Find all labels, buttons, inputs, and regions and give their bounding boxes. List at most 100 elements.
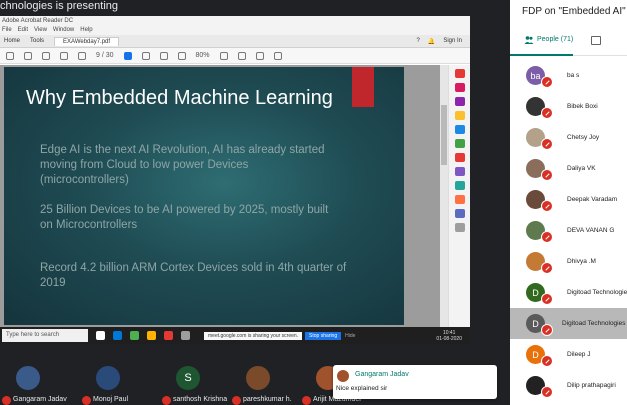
participant-tile[interactable]: Monoj Paul xyxy=(80,364,150,405)
tile-name: Gangaram Jadav xyxy=(13,396,67,403)
toast-avatar xyxy=(337,370,349,382)
combine-icon[interactable] xyxy=(454,125,465,134)
edge-icon[interactable] xyxy=(113,331,122,340)
menu-window[interactable]: Window xyxy=(53,26,74,35)
document-viewport[interactable]: Why Embedded Machine Learning Edge AI is… xyxy=(0,65,448,327)
share-icon[interactable] xyxy=(273,51,282,60)
menu-help[interactable]: Help xyxy=(80,26,92,35)
mic-off-icon xyxy=(232,396,241,405)
stop-sharing-button[interactable]: Stop sharing xyxy=(305,331,342,340)
participant-row[interactable]: Dhivya .M xyxy=(510,246,627,277)
select-icon[interactable] xyxy=(123,51,132,60)
mic-off-icon xyxy=(541,76,553,88)
export-pdf-icon[interactable] xyxy=(454,69,465,78)
folder-icon[interactable] xyxy=(147,331,156,340)
send-icon[interactable] xyxy=(454,195,465,204)
measure-icon[interactable] xyxy=(454,209,465,218)
scrollbar-thumb[interactable] xyxy=(441,105,447,165)
document-scrollbar[interactable] xyxy=(440,65,448,327)
clock-date: 01-08-2020 xyxy=(436,335,462,342)
pen-icon[interactable] xyxy=(255,51,264,60)
hide-button[interactable]: Hide xyxy=(345,333,355,339)
participant-row[interactable]: Chetsy Joy xyxy=(510,122,627,153)
participant-tile[interactable]: pareshkumar h. xyxy=(230,364,300,405)
menu-view[interactable]: View xyxy=(34,26,47,35)
mic-off-icon xyxy=(162,396,171,405)
slide-bullet: Record 4.2 billion ARM Cortex Devices so… xyxy=(40,262,347,289)
protect-icon[interactable] xyxy=(454,167,465,176)
acrobat-menu-bar: File Edit View Window Help xyxy=(0,26,470,35)
acrobat-account-area: ? 🔔 Sign In xyxy=(416,38,462,45)
page-up-icon[interactable] xyxy=(60,51,68,60)
zoom-level[interactable]: 80% xyxy=(196,52,210,59)
chat-toast[interactable]: Gangaram Jadav Nice explained sir xyxy=(333,365,497,399)
participant-name: Dileep J xyxy=(567,351,591,358)
participant-row[interactable]: Daliya VK xyxy=(510,153,627,184)
signin-button[interactable]: Sign In xyxy=(443,38,462,44)
print-icon[interactable] xyxy=(24,51,32,60)
tab-home[interactable]: Home xyxy=(4,38,20,44)
fit-page-icon[interactable] xyxy=(219,51,228,60)
slide-bullet: Edge AI is the next AI Revolution, AI ha… xyxy=(40,144,325,186)
chrome-icon[interactable] xyxy=(130,331,139,340)
tile-name: santhosh Krishna xyxy=(173,396,228,403)
participant-name: Daliya VK xyxy=(567,165,596,172)
tile-name: Monoj Paul xyxy=(93,396,129,403)
toast-message: Nice explained sir xyxy=(336,385,388,392)
page-down-icon[interactable] xyxy=(78,51,86,60)
participant-name: DEVA VANAN G xyxy=(567,227,615,234)
acrobat-title-bar: Adobe Acrobat Reader DC xyxy=(0,16,470,26)
participant-name: Digitoad Technologies xyxy=(567,289,627,296)
zoom-in-icon[interactable] xyxy=(177,51,186,60)
fill-sign-icon[interactable] xyxy=(454,181,465,190)
organize-icon[interactable] xyxy=(454,139,465,148)
shared-screen: Adobe Acrobat Reader DC File Edit View W… xyxy=(0,16,470,344)
windows-taskbar: Type here to search meet.google.com is s… xyxy=(0,327,470,344)
avatar: S xyxy=(176,366,200,390)
comment-icon[interactable] xyxy=(237,51,246,60)
tab-tools[interactable]: Tools xyxy=(30,38,44,44)
search-icon[interactable] xyxy=(42,51,50,60)
comment-tool-icon[interactable] xyxy=(454,111,465,120)
participant-row[interactable]: DEVA VANAN G xyxy=(510,215,627,246)
participant-row[interactable]: D Digitoad Technologies xyxy=(510,308,627,339)
participant-row[interactable]: ba ba s xyxy=(510,60,627,91)
participant-row[interactable]: Dilip prathapagiri xyxy=(510,370,627,401)
participant-tile[interactable]: Gangaram Jadav xyxy=(0,364,70,405)
taskbar-search[interactable]: Type here to search xyxy=(2,329,88,342)
save-icon[interactable] xyxy=(6,51,14,60)
more-tools-icon[interactable] xyxy=(454,223,465,232)
hand-icon[interactable] xyxy=(141,51,150,60)
participant-name: Dhivya .M xyxy=(567,258,596,265)
menu-file[interactable]: File xyxy=(2,26,12,35)
avatar xyxy=(96,366,120,390)
slide-title: Why Embedded Machine Learning xyxy=(26,87,333,109)
tab-people[interactable]: People (71) xyxy=(510,26,574,56)
help-icon[interactable]: ? xyxy=(416,38,419,44)
menu-edit[interactable]: Edit xyxy=(18,26,28,35)
participant-row[interactable]: Deepak Varadam xyxy=(510,184,627,215)
mic-off-icon xyxy=(541,355,553,367)
create-pdf-icon[interactable] xyxy=(454,83,465,92)
redact-icon[interactable] xyxy=(454,153,465,162)
zoom-out-icon[interactable] xyxy=(159,51,168,60)
edit-pdf-icon[interactable] xyxy=(454,97,465,106)
participant-tile[interactable]: Ssanthosh Krishna xyxy=(160,364,230,405)
mic-off-icon xyxy=(541,200,553,212)
mic-off-icon xyxy=(541,293,553,305)
participant-row[interactable]: D Dileep J xyxy=(510,339,627,370)
participant-row[interactable]: Bibek Boxi xyxy=(510,91,627,122)
chat-icon[interactable] xyxy=(591,36,602,45)
participant-row[interactable]: D Digitoad Technologies xyxy=(510,277,627,308)
bell-icon[interactable]: 🔔 xyxy=(428,38,435,45)
participant-name: Bibek Boxi xyxy=(567,103,598,110)
store-icon[interactable] xyxy=(181,331,190,340)
mic-off-icon xyxy=(541,386,553,398)
page-number[interactable]: 9 / 30 xyxy=(96,52,114,59)
acrobat-icon[interactable] xyxy=(164,331,173,340)
cortana-icon[interactable] xyxy=(96,331,105,340)
people-panel: FDP on "Embedded AI" People (71) ba ba s B… xyxy=(510,0,627,405)
participant-name: Deepak Varadam xyxy=(567,196,618,203)
participant-name: Digitoad Technologies xyxy=(562,320,626,327)
tab-document[interactable]: EXAWebday7.pdf xyxy=(54,36,120,46)
